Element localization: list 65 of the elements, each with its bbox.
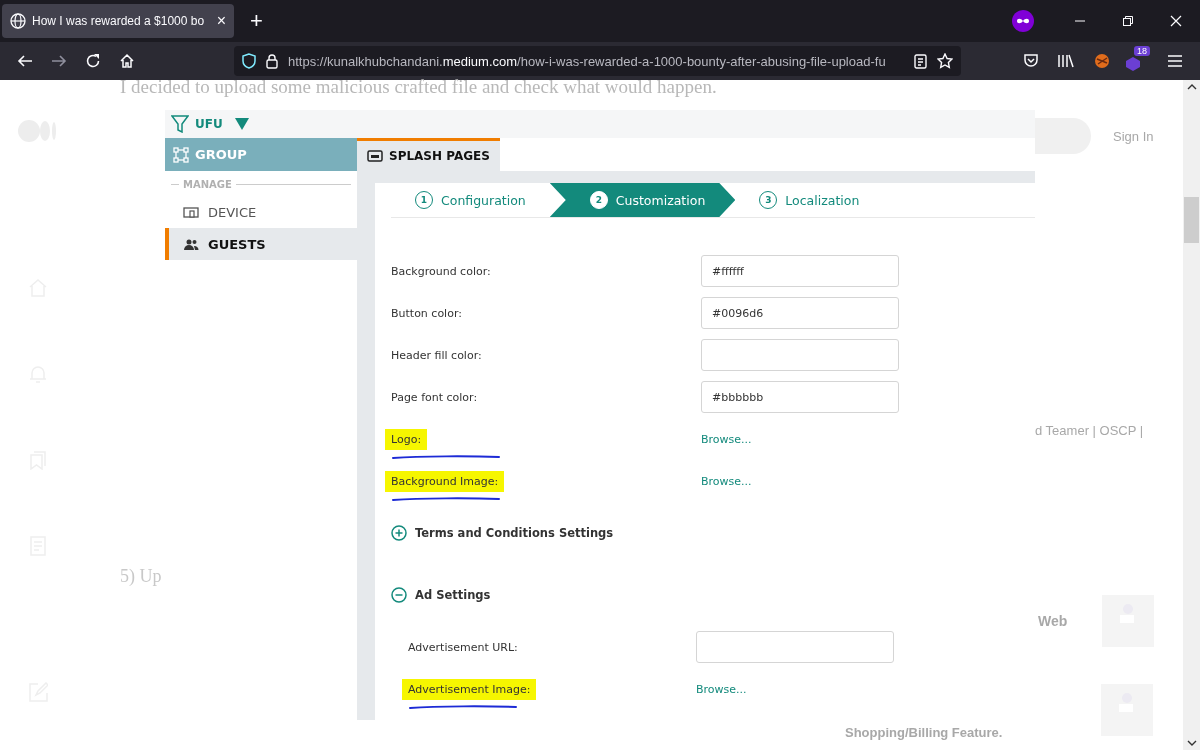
scrollbar-thumb[interactable] <box>1184 197 1199 243</box>
section-toggle[interactable]: Terms and Conditions Settings <box>391 502 1035 564</box>
browse-link[interactable]: Browse... <box>701 432 752 446</box>
back-icon[interactable] <box>17 53 33 69</box>
scroll-down-icon[interactable] <box>1186 740 1197 746</box>
section-toggle[interactable]: Ad Settings <box>391 564 1035 626</box>
filter-label[interactable]: UFU <box>195 117 223 131</box>
reader-view-icon[interactable] <box>914 53 927 69</box>
wizard-step[interactable]: 3 Localization <box>735 183 884 217</box>
star-icon[interactable] <box>937 53 953 69</box>
field-label: Background color: <box>391 264 491 278</box>
sidebar-item[interactable]: DEVICE <box>165 196 357 228</box>
people-icon <box>183 237 199 251</box>
hexagon-icon <box>1124 55 1142 73</box>
text-field[interactable]: #ffffff <box>701 255 899 287</box>
extension-icon[interactable] <box>1093 52 1111 70</box>
scrollbar[interactable] <box>1183 80 1200 750</box>
text-field[interactable]: #0096d6 <box>701 297 899 329</box>
group-icon <box>173 146 189 163</box>
field-label: Advertisement URL: <box>408 640 518 654</box>
wizard-step[interactable]: 2 Customization <box>549 183 736 217</box>
url-text: https://kunalkhubchandani.medium.com/how-i-was-rewarded-a-1000-bounty-after-abusing-file-upload-fu <box>288 53 887 69</box>
text-field[interactable] <box>701 339 899 371</box>
close-tab-button[interactable]: × <box>216 12 226 30</box>
article-text: I decided to upload some malicious crafted file and check what would happen. <box>120 76 717 98</box>
forward-icon[interactable] <box>51 53 67 69</box>
expand-icon <box>391 525 407 541</box>
highlighted-label: Logo: <box>385 428 428 450</box>
section-label: MANAGE <box>183 179 232 190</box>
author-bio: d Teamer | OSCP | <box>1035 423 1144 438</box>
dropdown-icon[interactable] <box>234 118 249 130</box>
extension-icon[interactable]: 18 <box>1124 46 1154 76</box>
text-field[interactable]: #bbbbbb <box>701 381 899 413</box>
filter-icon <box>171 115 189 133</box>
menu-icon[interactable] <box>1167 54 1183 68</box>
device-icon <box>183 205 199 219</box>
library-icon[interactable] <box>1057 53 1075 69</box>
restore-icon[interactable] <box>1122 15 1134 27</box>
reload-icon[interactable] <box>85 53 101 69</box>
notification-count: 18 <box>1134 46 1150 56</box>
field-label: Header fill color: <box>391 348 482 362</box>
step-number: 2 <box>589 191 608 209</box>
sidebar-item[interactable]: GUESTS <box>165 228 357 260</box>
address-bar[interactable]: https://kunalkhubchandani.medium.com/how-i-was-rewarded-a-1000-bounty-after-abusing-file-upload-fu <box>234 46 961 76</box>
browser-tab[interactable]: How I was rewarded a $1000 bo × <box>2 4 234 38</box>
shield-icon[interactable] <box>242 53 256 69</box>
wizard-step[interactable]: 1 Configuration <box>391 183 550 217</box>
window-icon <box>367 150 383 162</box>
new-tab-button[interactable]: + <box>250 8 263 34</box>
field-label: Page font color: <box>391 390 478 404</box>
pocket-icon[interactable] <box>1023 53 1039 69</box>
scroll-up-icon[interactable] <box>1186 84 1197 90</box>
splash-pages-tab[interactable]: SPLASH PAGES <box>357 138 500 171</box>
highlighted-label: Background Image: <box>385 470 505 492</box>
highlighted-label: Advertisement Image: <box>402 678 537 700</box>
mask-icon[interactable] <box>1012 10 1034 32</box>
browse-link[interactable]: Browse... <box>701 474 752 488</box>
field-label: Button color: <box>391 306 462 320</box>
globe-icon <box>10 13 26 29</box>
lock-icon[interactable] <box>266 53 278 69</box>
browse-link[interactable]: Browse... <box>696 682 747 696</box>
close-icon[interactable] <box>1170 15 1182 27</box>
tab-title: How I was rewarded a $1000 bo <box>32 14 206 28</box>
text-field[interactable] <box>696 631 894 663</box>
collapse-icon <box>391 587 407 603</box>
